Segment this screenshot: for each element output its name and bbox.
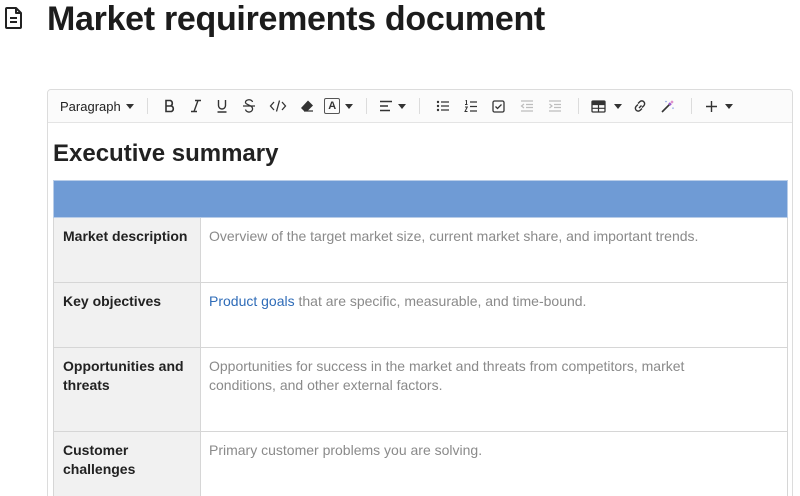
toolbar-divider — [418, 98, 420, 114]
toolbar-divider — [365, 98, 367, 114]
bullet-list-icon — [436, 100, 449, 112]
outdent-icon — [520, 100, 533, 112]
table-row: Customer challenges Primary customer prob… — [53, 431, 788, 496]
align-dropdown[interactable] — [376, 94, 410, 118]
table-row: Opportunities and threats Opportunities f… — [53, 347, 788, 432]
clear-format-icon — [300, 100, 313, 112]
row-value[interactable]: Opportunities for success in the market … — [200, 347, 788, 432]
document-icon — [3, 6, 25, 30]
chevron-down-icon — [345, 103, 354, 109]
text-color-icon: A — [324, 98, 341, 114]
plus-icon — [705, 100, 717, 112]
text-color-dropdown[interactable]: A — [321, 94, 357, 118]
rich-text-editor[interactable]: Paragraph A Executive summary Market des… — [47, 89, 793, 496]
insert-dropdown[interactable] — [701, 94, 737, 118]
row-label[interactable]: Opportunities and threats — [53, 347, 201, 432]
code-icon — [269, 100, 287, 112]
chevron-down-icon — [724, 103, 733, 109]
align-icon — [380, 100, 393, 112]
table-row: Market description Overview of the targe… — [53, 217, 788, 283]
row-label[interactable]: Key objectives — [53, 282, 201, 348]
row-label[interactable]: Market description — [53, 217, 201, 283]
toolbar-divider — [577, 98, 579, 114]
table-row: Key objectives Product goals that are sp… — [53, 282, 788, 348]
table-dropdown[interactable] — [588, 94, 626, 118]
ai-assist-button[interactable] — [654, 94, 682, 118]
italic-icon — [190, 99, 201, 113]
outdent-button[interactable] — [513, 94, 541, 118]
bold-icon — [164, 99, 174, 113]
chevron-down-icon — [614, 103, 623, 109]
bold-button[interactable] — [157, 94, 183, 118]
underline-button[interactable] — [209, 94, 235, 118]
underline-icon — [217, 100, 227, 113]
table-icon — [591, 99, 606, 113]
indent-button[interactable] — [541, 94, 569, 118]
code-button[interactable] — [263, 94, 293, 118]
link-button[interactable] — [626, 94, 654, 118]
strikethrough-icon — [242, 99, 255, 113]
row-value[interactable]: Overview of the target market size, curr… — [200, 217, 788, 283]
link-icon — [634, 100, 646, 112]
indent-icon — [548, 100, 561, 112]
page-header: Market requirements document — [0, 0, 800, 40]
product-goals-link[interactable]: Product goals — [209, 293, 295, 309]
checklist-button[interactable] — [485, 94, 513, 118]
toolbar-divider — [690, 98, 692, 114]
numbered-list-button[interactable] — [457, 94, 485, 118]
table-header-cell[interactable] — [53, 180, 788, 218]
page-title: Market requirements document — [47, 0, 545, 38]
paragraph-style-label: Paragraph — [60, 98, 121, 114]
paragraph-style-dropdown[interactable]: Paragraph — [60, 94, 138, 118]
clear-format-button[interactable] — [293, 94, 321, 118]
row-label[interactable]: Customer challenges — [53, 431, 201, 496]
editor-toolbar: Paragraph A — [48, 90, 792, 123]
numbered-list-icon — [463, 99, 477, 112]
section-heading: Executive summary — [53, 140, 279, 167]
strikethrough-button[interactable] — [235, 94, 263, 118]
editor-content[interactable]: Executive summary Market description Ove… — [48, 124, 792, 496]
chevron-down-icon — [398, 103, 407, 109]
magic-wand-icon — [661, 99, 675, 113]
summary-table: Market description Overview of the targe… — [53, 180, 788, 496]
checklist-icon — [492, 99, 505, 113]
toolbar-divider — [146, 98, 148, 114]
row-value[interactable]: Product goals that are specific, measura… — [200, 282, 788, 348]
bullet-list-button[interactable] — [429, 94, 457, 118]
row-value[interactable]: Primary customer problems you are solvin… — [200, 431, 788, 496]
chevron-down-icon — [125, 103, 134, 109]
table-header-row — [53, 180, 788, 218]
italic-button[interactable] — [183, 94, 209, 118]
